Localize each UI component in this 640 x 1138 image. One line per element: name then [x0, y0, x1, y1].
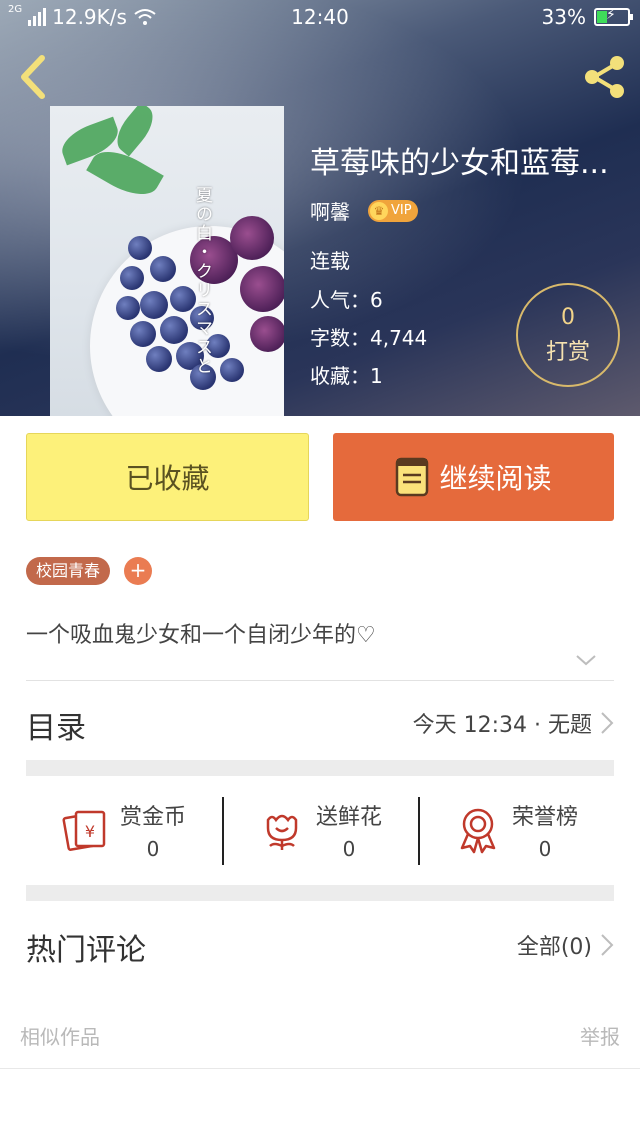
- continue-reading-label: 继续阅读: [439, 462, 552, 495]
- hot-comments-title: 热门评论: [26, 933, 146, 968]
- tip-count: 0: [561, 305, 575, 330]
- chevron-down-icon[interactable]: [574, 650, 598, 670]
- share-button[interactable]: [580, 52, 630, 102]
- cover-berry: [120, 266, 144, 290]
- toc-latest-chapter[interactable]: 今天 12:34 · 无题: [413, 707, 592, 739]
- flower-count: 0: [342, 837, 356, 861]
- vip-badge: ♛ VIP: [368, 199, 418, 222]
- word-count: 字数：4,744: [310, 326, 428, 350]
- battery-percent: 33%: [541, 5, 586, 29]
- book-description: 一个吸血鬼少女和一个自闭少年的♡: [26, 623, 376, 648]
- similar-works-label[interactable]: 相似作品: [20, 1021, 100, 1050]
- cover-berry: [128, 236, 152, 260]
- book-cover[interactable]: 夏の白・クリスマスと: [50, 106, 284, 416]
- tip-label: 打赏: [545, 340, 590, 365]
- author-name[interactable]: 啊馨: [310, 196, 350, 225]
- coin-reward-label: 赏金币: [119, 805, 186, 830]
- divider: [26, 680, 614, 681]
- coin-envelope-icon: ¥: [62, 810, 106, 851]
- interaction-stats: ¥ 赏金币 0 送鲜花 0 荣誉榜 0: [26, 795, 614, 865]
- serial-status: 连载: [310, 249, 350, 273]
- add-tag-button[interactable]: +: [124, 557, 152, 585]
- cover-berry: [240, 266, 284, 312]
- section-separator: [26, 885, 614, 901]
- cover-berry: [250, 316, 284, 352]
- report-button[interactable]: 举报: [580, 1021, 620, 1050]
- coin-reward-count: 0: [146, 837, 160, 861]
- book-icon: [396, 457, 429, 497]
- toc-title[interactable]: 目录: [26, 703, 86, 747]
- cover-berry: [140, 291, 168, 319]
- cover-berry: [150, 256, 176, 282]
- chevron-right-icon[interactable]: [600, 711, 614, 735]
- author-row: 啊馨 ♛ VIP: [310, 196, 418, 225]
- status-bar: 2G 12.9K/s 12:40 33% ⚡: [0, 0, 640, 34]
- popularity-count: 人气：6: [310, 288, 383, 312]
- chevron-right-icon[interactable]: [600, 933, 614, 957]
- flower-icon: [266, 814, 298, 850]
- coin-reward-stat[interactable]: ¥ 赏金币 0: [26, 795, 222, 865]
- honor-list-label: 荣誉榜: [511, 805, 578, 830]
- crown-icon: ♛: [370, 201, 388, 220]
- cover-berry: [130, 321, 156, 347]
- genre-tag[interactable]: 校园青春: [26, 557, 111, 585]
- favorited-button[interactable]: 已收藏: [26, 433, 309, 521]
- honor-list-count: 0: [538, 837, 552, 861]
- cover-berry: [116, 296, 140, 320]
- book-title: 草莓味的少女和蓝莓...: [310, 146, 609, 181]
- all-comments-link[interactable]: 全部(0): [517, 929, 592, 961]
- cover-berry: [146, 346, 172, 372]
- favorited-label: 已收藏: [125, 462, 210, 495]
- cover-berry: [230, 216, 274, 260]
- back-button[interactable]: [14, 52, 54, 102]
- favorites-count: 收藏：1: [310, 364, 383, 388]
- flower-stat[interactable]: 送鲜花 0: [222, 795, 418, 865]
- medal-icon: [460, 808, 496, 854]
- honor-list-stat[interactable]: 荣誉榜 0: [418, 795, 614, 865]
- continue-reading-button[interactable]: 继续阅读: [333, 433, 614, 521]
- battery-icon: ⚡: [594, 7, 633, 26]
- vip-label: VIP: [391, 203, 412, 218]
- section-separator: [26, 760, 614, 776]
- flower-label: 送鲜花: [315, 805, 382, 830]
- svg-text:¥: ¥: [85, 822, 95, 841]
- cover-title-text: 夏の白・クリスマスと: [192, 186, 212, 376]
- tip-button[interactable]: 0 打赏: [516, 283, 620, 387]
- cover-berry: [160, 316, 188, 344]
- cover-berry: [220, 358, 244, 382]
- divider: [0, 1068, 640, 1069]
